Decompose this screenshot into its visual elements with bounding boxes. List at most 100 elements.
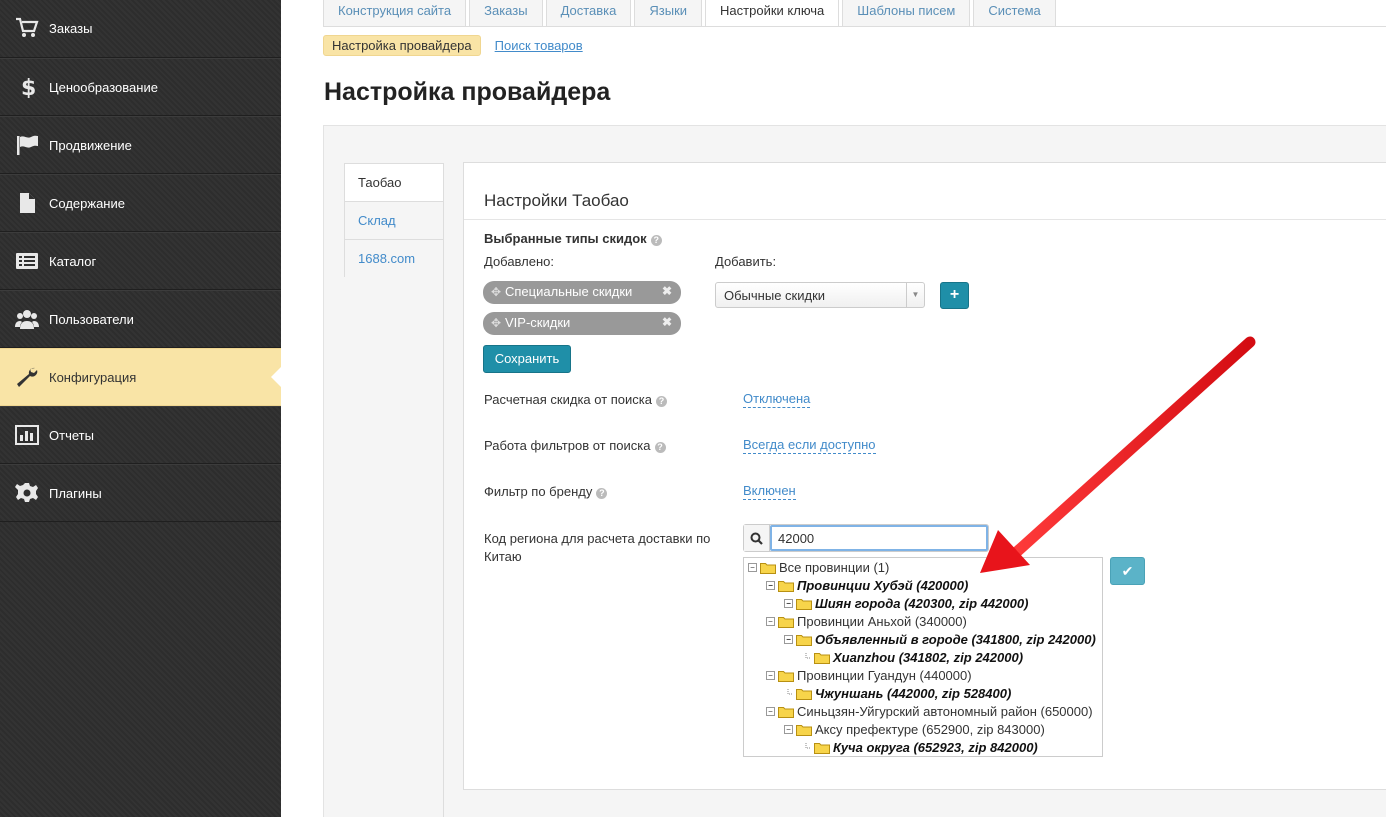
tab-warehouse[interactable]: Склад — [344, 201, 444, 239]
tree-node[interactable]: − Аксу префектуре (652900, zip 843000) — [784, 721, 1045, 738]
collapse-icon[interactable]: − — [766, 581, 775, 590]
tree-node-label: Провинции Гуандун (440000) — [797, 668, 972, 683]
file-icon — [14, 191, 40, 215]
setting-label: Расчетная скидка от поиска? — [484, 392, 668, 407]
sidebar-item-label: Плагины — [49, 485, 102, 501]
tree-node[interactable]: Xuanzhou (341802, zip 242000) — [802, 649, 1023, 666]
help-icon[interactable]: ? — [650, 235, 662, 246]
tab-orders[interactable]: Заказы — [469, 0, 543, 26]
save-button[interactable]: Сохранить — [483, 345, 571, 373]
sidebar-item-configuration[interactable]: Конфигурация — [0, 348, 281, 406]
region-tree[interactable]: − Все провинции (1) − Провинции Хубэй (4200… — [743, 557, 1103, 757]
panel-divider — [464, 219, 1386, 220]
collapse-icon[interactable]: − — [766, 617, 775, 626]
sidebar: Заказы $ Ценообразование Продвижение Сод… — [0, 0, 281, 817]
tree-node[interactable]: − Провинции Гуандун (440000) — [766, 667, 972, 684]
discount-type-select[interactable]: Обычные скидки ▼ — [715, 282, 925, 308]
collapse-icon[interactable]: − — [748, 563, 757, 572]
discount-chip[interactable]: ✥ VIP-скидки ✖ — [483, 312, 681, 335]
discount-chip[interactable]: ✥ Специальные скидки ✖ — [483, 281, 681, 304]
svg-text:$: $ — [21, 76, 36, 98]
confirm-region-button[interactable]: ✔ — [1110, 557, 1145, 585]
tree-connector — [802, 740, 811, 755]
tab-taobao[interactable]: Таобао — [344, 163, 444, 201]
sidebar-item-pricing[interactable]: $ Ценообразование — [0, 58, 281, 116]
page-title: Настройка провайдера — [324, 78, 611, 106]
tree-node-label: Аксу префектуре (652900, zip 843000) — [815, 722, 1045, 737]
tree-node[interactable]: − Провинции Хубэй (420000) — [766, 577, 968, 594]
tab-languages[interactable]: Языки — [634, 0, 703, 26]
folder-icon — [796, 688, 812, 700]
tab-system[interactable]: Система — [973, 0, 1056, 26]
tab-email-templates[interactable]: Шаблоны писем — [842, 0, 971, 26]
caret-down-icon[interactable]: ▼ — [906, 283, 924, 307]
collapse-icon[interactable]: − — [766, 671, 775, 680]
add-label: Добавить: — [715, 254, 777, 269]
users-icon — [14, 307, 40, 331]
gear-icon — [14, 481, 40, 505]
sidebar-item-content[interactable]: Содержание — [0, 174, 281, 232]
collapse-icon[interactable]: − — [784, 635, 793, 644]
help-icon[interactable]: ? — [656, 396, 668, 407]
sidebar-item-users[interactable]: Пользователи — [0, 290, 281, 348]
setting-label-text: Работа фильтров от поиска — [484, 438, 651, 453]
remove-icon[interactable]: ✖ — [662, 284, 672, 298]
help-icon[interactable]: ? — [596, 488, 608, 499]
sidebar-item-label: Каталог — [49, 253, 97, 269]
tree-node-label: Все провинции (1) — [779, 560, 890, 575]
panel-title: Настройки Таобао — [484, 191, 629, 210]
subnav-product-search-link[interactable]: Поиск товаров — [495, 38, 583, 53]
collapse-icon[interactable]: − — [784, 599, 793, 608]
tabs-divider — [323, 26, 1386, 27]
sidebar-item-label: Содержание — [49, 195, 125, 211]
region-code-label: Код региона для расчета доставки по Кита… — [484, 531, 711, 564]
tree-node-label: Xuanzhou (341802, zip 242000) — [833, 650, 1024, 665]
tree-node-label: Синьцзян-Уйгурский автономный район (650… — [797, 704, 1093, 719]
setting-label-text: Расчетная скидка от поиска — [484, 392, 653, 407]
move-icon[interactable]: ✥ — [491, 316, 503, 330]
tree-node[interactable]: − Все провинции (1) — [748, 559, 889, 576]
tree-node[interactable]: − Синьцзян-Уйгурский автономный район (65… — [766, 703, 1093, 720]
folder-icon — [796, 724, 812, 736]
folder-icon — [778, 670, 794, 682]
tree-node-label: Куча округа (652923, zip 842000) — [833, 740, 1038, 755]
tree-node[interactable]: − Шиян города (420300, zip 442000) — [784, 595, 1028, 612]
remove-icon[interactable]: ✖ — [662, 315, 672, 329]
folder-icon — [814, 652, 830, 664]
sidebar-item-reports[interactable]: Отчеты — [0, 406, 281, 464]
list-icon — [14, 249, 40, 273]
sidebar-item-orders[interactable]: Заказы — [0, 0, 281, 58]
tree-node[interactable]: Куча округа (652923, zip 842000) — [802, 739, 1038, 756]
sidebar-item-label: Продвижение — [49, 137, 132, 153]
tab-key-settings[interactable]: Настройки ключа — [705, 0, 840, 26]
search-discount-toggle[interactable]: Отключена — [743, 391, 811, 408]
provider-tabs: Таобао Склад 1688.com — [344, 163, 444, 277]
move-icon[interactable]: ✥ — [491, 285, 503, 299]
select-value: Обычные скидки — [724, 288, 826, 303]
tab-delivery[interactable]: Доставка — [545, 0, 632, 26]
help-icon[interactable]: ? — [654, 442, 666, 453]
search-filters-toggle[interactable]: Всегда если доступно — [743, 437, 876, 454]
tree-node[interactable]: − Провинции Аньхой (340000) — [766, 613, 967, 630]
subnav-provider-settings[interactable]: Настройка провайдера — [323, 35, 481, 56]
sidebar-item-promotion[interactable]: Продвижение — [0, 116, 281, 174]
discount-types-text: Выбранные типы скидок — [484, 231, 647, 246]
chip-label: Специальные скидки — [505, 284, 633, 299]
sidebar-item-catalog[interactable]: Каталог — [0, 232, 281, 290]
tree-node-label: Шиян города (420300, zip 442000) — [815, 596, 1029, 611]
added-label: Добавлено: — [484, 254, 555, 269]
tab-1688[interactable]: 1688.com — [344, 239, 444, 277]
collapse-icon[interactable]: − — [766, 707, 775, 716]
add-discount-button[interactable]: + — [940, 282, 969, 309]
tab-site-design[interactable]: Конструкция сайта — [323, 0, 467, 26]
top-tabs: Конструкция сайта Заказы Доставка Языки … — [323, 0, 1059, 26]
brand-filter-toggle[interactable]: Включен — [743, 483, 796, 500]
tree-node[interactable]: − Объявленный в городе (341800, zip 24200… — [784, 631, 1096, 648]
region-code-input[interactable] — [770, 525, 988, 551]
tree-node[interactable]: Чжуншань (442000, zip 528400) — [784, 685, 1011, 702]
flag-icon — [14, 133, 40, 157]
sidebar-item-label: Конфигурация — [49, 369, 137, 385]
cart-icon — [14, 16, 40, 40]
sidebar-item-plugins[interactable]: Плагины — [0, 464, 281, 522]
collapse-icon[interactable]: − — [784, 725, 793, 734]
